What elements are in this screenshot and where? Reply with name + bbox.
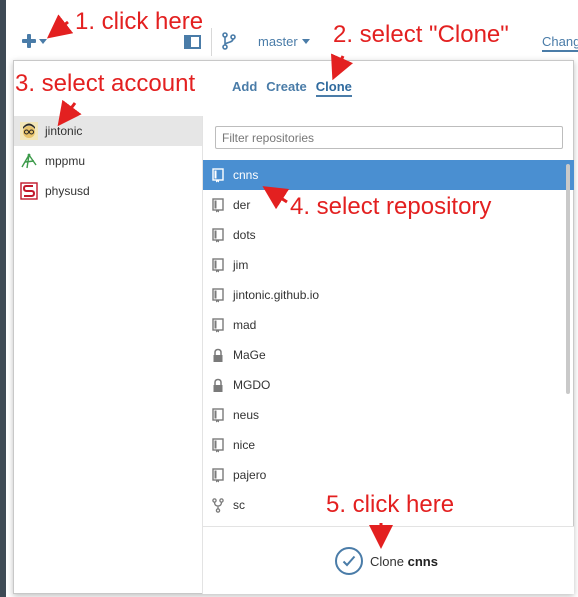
arrow-step-4 [262,186,290,210]
arrow-step-2 [331,53,354,81]
arrow-step-1 [46,14,74,39]
annotation-arrows [46,14,393,549]
arrow-step-3 [57,99,82,127]
